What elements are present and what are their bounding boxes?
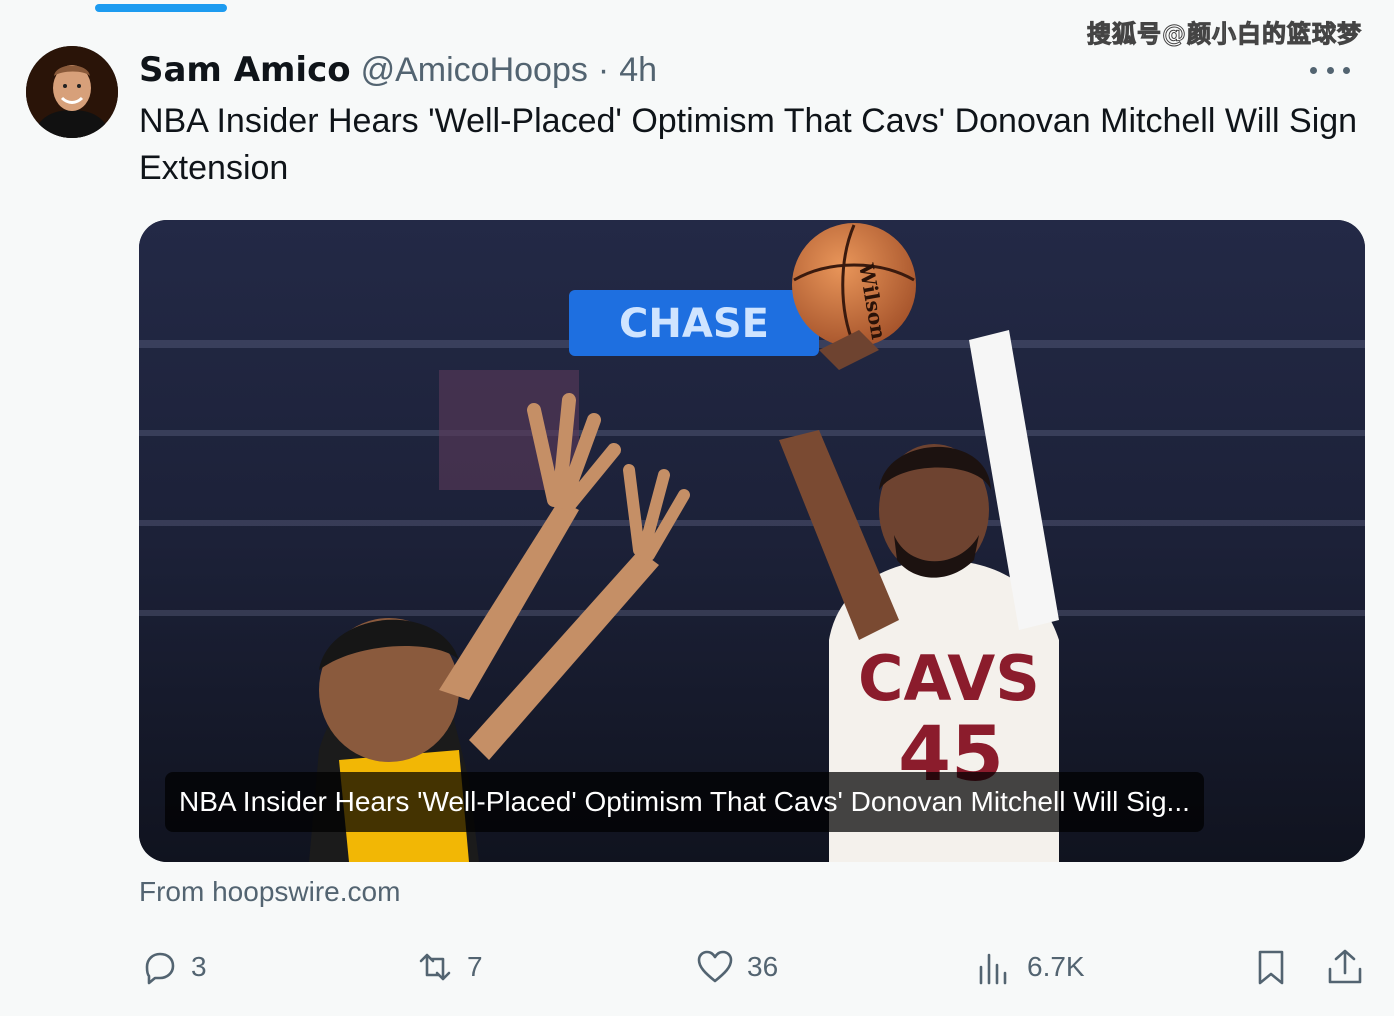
like-button[interactable]: 36 (695, 940, 778, 994)
active-tab-indicator (95, 4, 227, 12)
arena-sign-text: CHASE (619, 301, 769, 347)
card-source[interactable]: From hoopswire.com (139, 876, 400, 908)
avatar[interactable] (26, 46, 118, 138)
bookmark-button[interactable] (1251, 940, 1291, 994)
heart-icon (697, 950, 733, 983)
separator-dot: · (597, 50, 610, 89)
card-title: NBA Insider Hears 'Well-Placed' Optimism… (165, 772, 1204, 832)
tweet-text: NBA Insider Hears 'Well-Placed' Optimism… (139, 102, 1358, 187)
display-name[interactable]: Sam Amico (139, 50, 351, 90)
timestamp[interactable]: 4h (619, 51, 657, 90)
share-icon (1328, 949, 1362, 984)
reply-button[interactable]: 3 (139, 940, 207, 994)
views-count: 6.7K (1027, 951, 1085, 982)
bookmark-icon (1258, 950, 1284, 985)
share-button[interactable] (1325, 940, 1365, 994)
analytics-icon (979, 953, 1007, 985)
more-options-icon[interactable] (1310, 60, 1350, 80)
jersey-team-text: CAVS (858, 642, 1040, 715)
reply-count: 3 (191, 951, 207, 982)
repost-button[interactable]: 7 (415, 940, 483, 994)
watermark: 搜狐号@颜小白的篮球梦 (1087, 20, 1362, 49)
user-handle[interactable]: @AmicoHoops (361, 51, 588, 90)
reply-icon (145, 952, 175, 985)
views-button[interactable]: 6.7K (975, 940, 1085, 994)
card-image: CHASE CAVS 45 Wilson (139, 220, 1365, 862)
repost-icon (419, 953, 451, 981)
action-bar: 3 7 36 6.7K (139, 940, 1365, 994)
link-card[interactable]: CHASE CAVS 45 Wilson NBA Insider Hears '… (139, 220, 1365, 862)
repost-count: 7 (467, 951, 483, 982)
like-count: 36 (747, 951, 779, 982)
tweet-header: Sam Amico @AmicoHoops · 4h (139, 48, 657, 92)
